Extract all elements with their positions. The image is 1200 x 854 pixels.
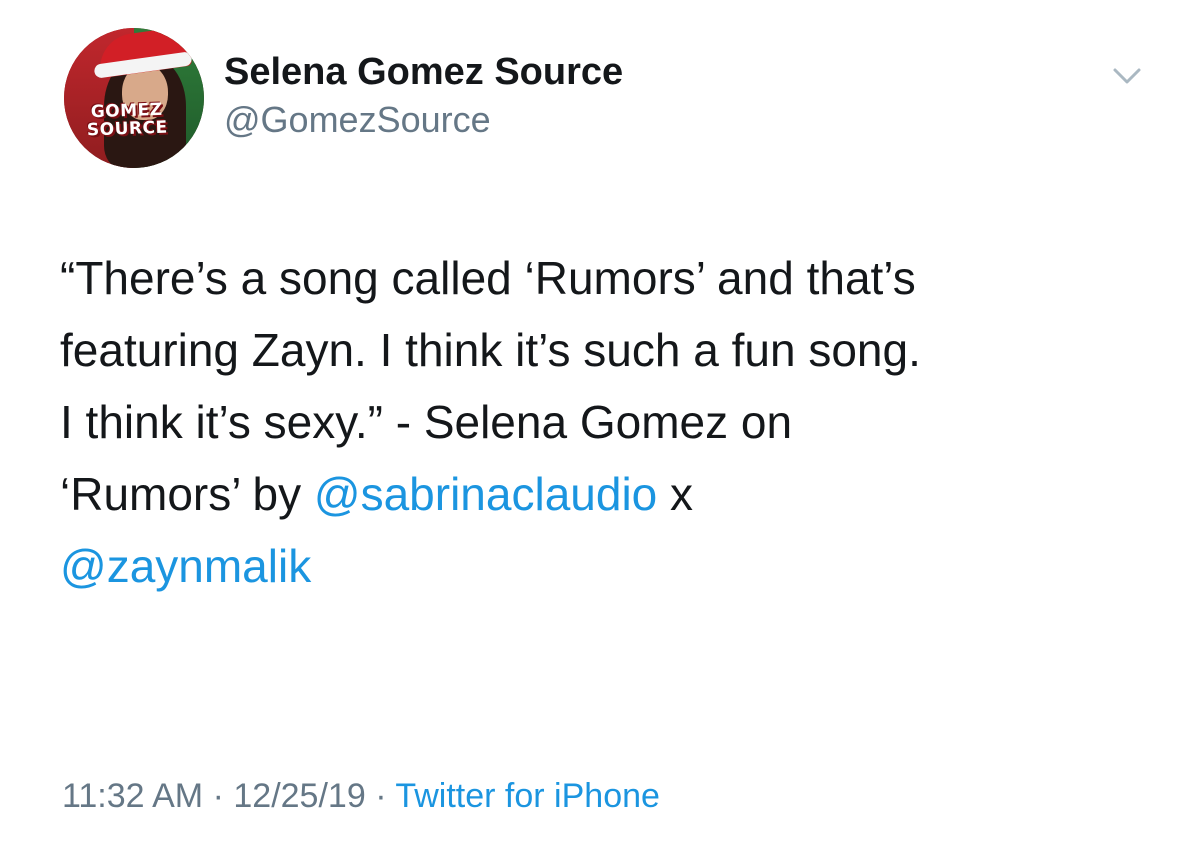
tweet-text: “There’s a song called ‘Rumors’ and that… — [60, 242, 1160, 602]
meta-separator: · — [212, 777, 224, 815]
tweet-line-3: I think it’s sexy.” - Selena Gomez on — [60, 396, 793, 448]
santa-hat-pom — [182, 32, 200, 50]
avatar[interactable]: GOMEZ SOURCE — [64, 28, 204, 168]
mention-zaynmalik[interactable]: @zaynmalik — [60, 540, 311, 592]
chevron-down-icon[interactable] — [1112, 64, 1142, 88]
tweet-source-link[interactable]: Twitter for iPhone — [395, 777, 660, 815]
tweet-card: GOMEZ SOURCE Selena Gomez Source @GomezS… — [0, 0, 1200, 854]
tweet-line-4-text: ‘Rumors’ by — [60, 468, 314, 520]
tweet-line-4: ‘Rumors’ by @sabrinaclaudio x — [60, 458, 1160, 530]
tweet-line-2: featuring Zayn. I think it’s such a fun … — [60, 324, 921, 376]
avatar-logo: GOMEZ SOURCE — [81, 100, 172, 141]
meta-separator: · — [375, 777, 387, 815]
tweet-line-1: “There’s a song called ‘Rumors’ and that… — [60, 252, 916, 304]
tweet-meta: 11:32 AM · 12/25/19 · Twitter for iPhone — [62, 774, 660, 818]
author-handle[interactable]: @GomezSource — [224, 98, 491, 142]
tweet-date[interactable]: 12/25/19 — [233, 777, 365, 815]
tweet-line-5: @zaynmalik — [60, 530, 1160, 602]
avatar-logo-line2: SOURCE — [86, 117, 168, 141]
mention-sabrinaclaudio[interactable]: @sabrinaclaudio — [314, 468, 657, 520]
tweet-line-4-suffix: x — [657, 468, 694, 520]
author-name[interactable]: Selena Gomez Source — [224, 50, 623, 94]
tweet-time: 11:32 AM — [62, 777, 204, 815]
